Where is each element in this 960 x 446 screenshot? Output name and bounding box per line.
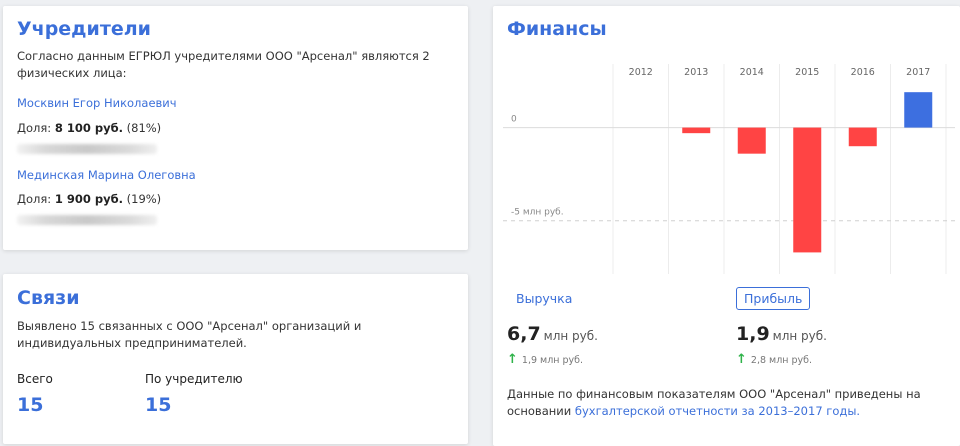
links-card: Связи Выявлено 15 связанных с ООО "Арсен… <box>3 274 468 444</box>
revenue-value: 6,7 <box>507 323 541 345</box>
founders-card: Учредители Согласно данным ЕГРЮЛ учредит… <box>3 6 468 250</box>
share-amount: 8 100 руб. <box>54 121 123 135</box>
founder-share-2: Доля: 1 900 руб. (19%) <box>17 191 161 208</box>
year-label: 2014 <box>740 67 764 78</box>
tab-revenue[interactable]: Выручка <box>508 287 580 310</box>
profit-delta-text: 2,8 млн руб. <box>750 355 813 366</box>
arrow-up-icon: ↑ <box>736 352 747 367</box>
links-text: Выявлено 15 связанных с ООО "Арсенал" ор… <box>17 319 362 350</box>
bar-2016 <box>848 127 877 147</box>
bar-2013 <box>682 127 711 134</box>
revenue-unit: млн руб. <box>543 329 598 343</box>
bar-2014 <box>737 127 766 154</box>
founder-name-2[interactable]: Мединская Марина Олеговна <box>17 167 196 184</box>
links-title: Связи <box>17 287 80 309</box>
y-tick-label: -5 млн руб. <box>511 208 564 218</box>
founders-intro: Согласно данным ЕГРЮЛ учредителями ООО "… <box>17 49 430 80</box>
profit-delta: ↑ 2,8 млн руб. <box>736 352 812 367</box>
total-label: Всего <box>17 372 53 386</box>
finance-title: Финансы <box>507 18 607 40</box>
year-label: 2013 <box>684 67 708 78</box>
revenue-delta-text: 1,9 млн руб. <box>521 355 584 366</box>
revenue-delta: ↑ 1,9 млн руб. <box>507 352 583 367</box>
profit-value: 1,9 <box>736 323 770 345</box>
share-amount: 1 900 руб. <box>54 192 123 206</box>
share-pct: (19%) <box>122 192 162 206</box>
profit-unit: млн руб. <box>772 329 827 343</box>
year-label: 2012 <box>629 67 653 78</box>
share-prefix: Доля: <box>17 121 55 135</box>
founders-title: Учредители <box>17 18 151 40</box>
redacted-inn <box>17 144 157 154</box>
profit-figure: 1,9 млн руб. <box>736 323 827 345</box>
finance-note: Данные по финансовым показателям ООО "Ар… <box>507 386 947 420</box>
by-founder-label: По учредителю <box>145 372 243 386</box>
tab-profit[interactable]: Прибыль <box>736 287 811 310</box>
bar-2017 <box>904 92 933 128</box>
finance-chart: 0 -5 млн руб. 2012 2013 2014 2015 2016 2017 <box>503 64 955 274</box>
total-value[interactable]: 15 <box>17 394 43 416</box>
finance-card: Финансы 0 -5 млн руб. 2012 2013 2014 2015 2016… <box>493 6 960 446</box>
y-tick-label: 0 <box>511 115 517 125</box>
founder-name-1[interactable]: Москвин Егор Николаевич <box>17 95 177 112</box>
bar-2015 <box>793 127 822 253</box>
share-pct: (81%) <box>122 121 162 135</box>
by-founder-value[interactable]: 15 <box>145 394 171 416</box>
redacted-inn <box>17 215 157 225</box>
founder-share-1: Доля: 8 100 руб. (81%) <box>17 120 161 137</box>
revenue-figure: 6,7 млн руб. <box>507 323 598 345</box>
arrow-up-icon: ↑ <box>507 352 518 367</box>
year-label: 2017 <box>906 67 930 78</box>
finance-report-link[interactable]: бухгалтерской отчетности за 2013–2017 го… <box>575 404 860 418</box>
share-prefix: Доля: <box>17 192 55 206</box>
year-label: 2016 <box>851 67 875 78</box>
year-label: 2015 <box>795 67 819 78</box>
